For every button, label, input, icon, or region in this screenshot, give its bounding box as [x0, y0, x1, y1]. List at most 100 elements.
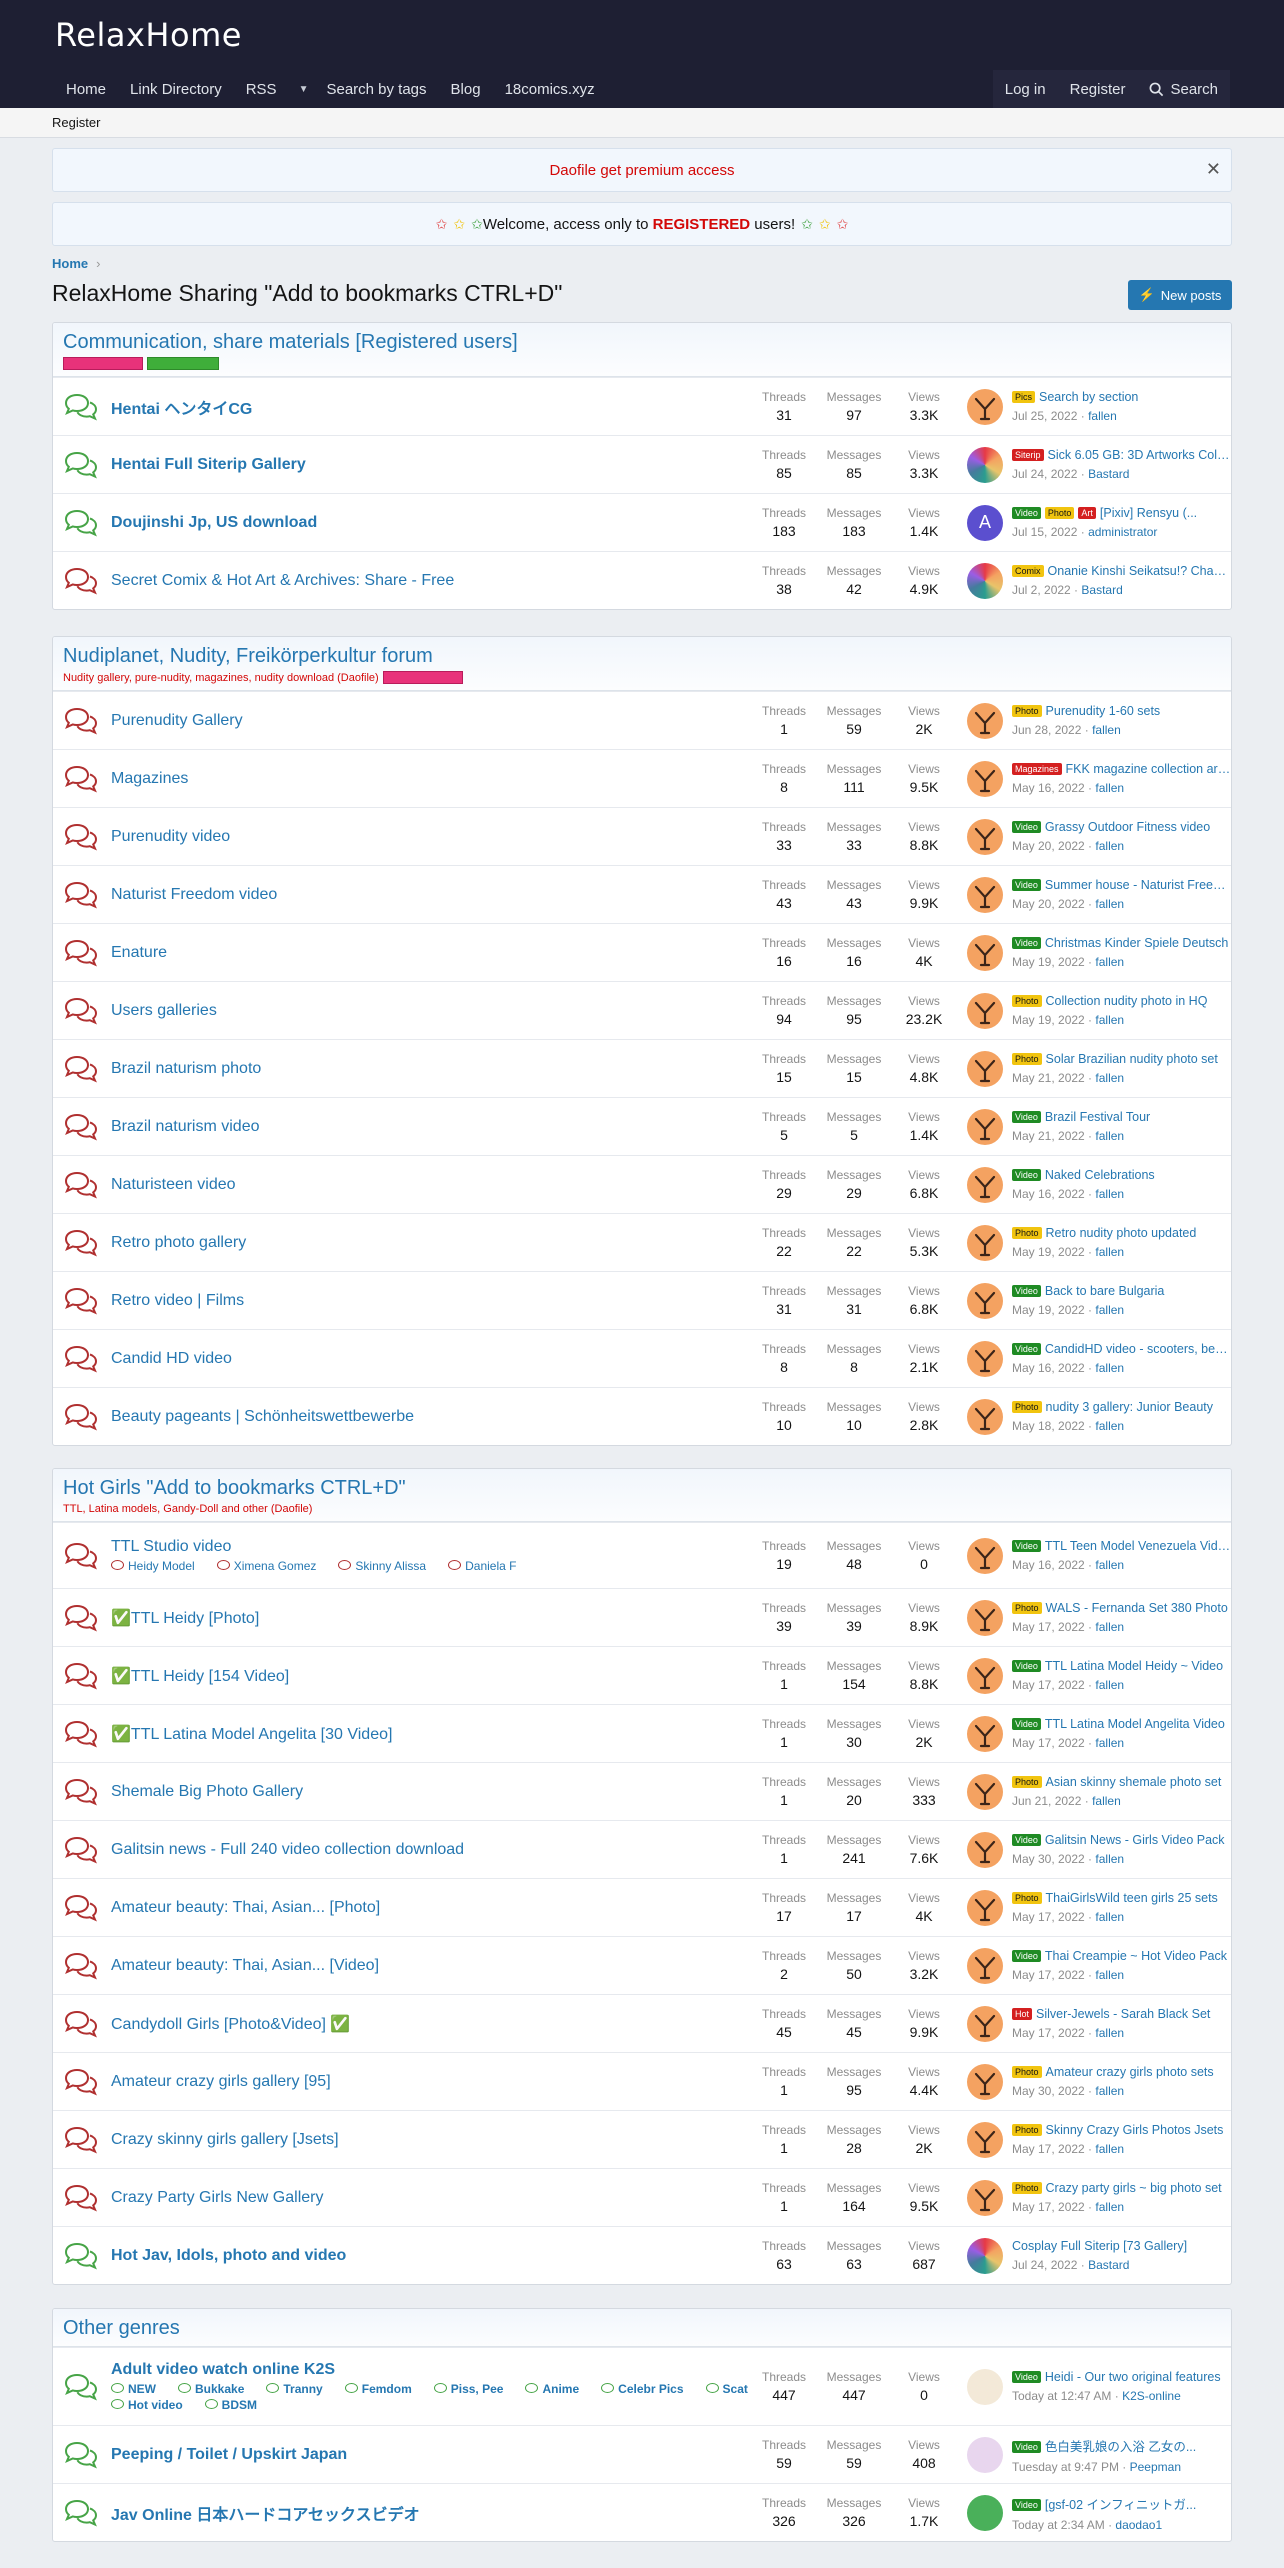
- last-post-user[interactable]: fallen: [1095, 1361, 1124, 1375]
- last-post-date[interactable]: Today at 12:47 AM: [1012, 2389, 1111, 2403]
- category-title[interactable]: Other genres: [63, 2317, 1221, 2340]
- last-post-user[interactable]: fallen: [1092, 1794, 1121, 1808]
- last-post-title-text[interactable]: Onanie Kinshi Seikatsu!? Chapter 1-5: [1048, 564, 1231, 578]
- forum-row[interactable]: Shemale Big Photo Gallery Threads 1 Message…: [53, 1762, 1231, 1820]
- last-post-user[interactable]: fallen: [1095, 1558, 1124, 1572]
- last-post-title-text[interactable]: Search by section: [1039, 390, 1138, 404]
- thread-prefix-badge[interactable]: Video: [1012, 2440, 1041, 2453]
- last-post-title-text[interactable]: FKK magazine collection archive: [1066, 762, 1231, 776]
- last-post-user[interactable]: fallen: [1095, 955, 1124, 969]
- avatar[interactable]: [967, 1340, 1003, 1377]
- last-post-date[interactable]: Jul 24, 2022: [1012, 2258, 1077, 2272]
- last-post-date[interactable]: May 17, 2022: [1012, 1736, 1085, 1750]
- last-post-title-text[interactable]: Purenudity 1-60 sets: [1046, 704, 1161, 718]
- thread-prefix-badge[interactable]: Video: [1012, 1343, 1041, 1355]
- last-post-date[interactable]: May 17, 2022: [1012, 1968, 1085, 1982]
- last-post-date[interactable]: Tuesday at 9:47 PM: [1012, 2460, 1119, 2474]
- last-post-user[interactable]: fallen: [1095, 1129, 1124, 1143]
- last-post-title[interactable]: Photo Purenudity 1-60 sets: [1012, 704, 1231, 718]
- last-post-user[interactable]: fallen: [1095, 1419, 1124, 1433]
- thread-prefix-badge[interactable]: Video: [1012, 1718, 1041, 1730]
- last-post-title[interactable]: Video [gsf-02 インフィニットガ...: [1012, 2494, 1231, 2513]
- last-post-title[interactable]: Video TTL Latina Model Heidy ~ Video: [1012, 1659, 1231, 1673]
- last-post-user[interactable]: fallen: [1095, 2084, 1124, 2098]
- avatar[interactable]: [967, 1282, 1003, 1319]
- last-post-user[interactable]: Bastard: [1081, 583, 1122, 597]
- last-post-date[interactable]: May 30, 2022: [1012, 2084, 1085, 2098]
- forum-row[interactable]: ✅TTL Latina Model Angelita [30 Video] Thr…: [53, 1704, 1231, 1762]
- new-posts-button[interactable]: ⚡ New posts: [1128, 280, 1232, 310]
- last-post-title-text[interactable]: Galitsin News - Girls Video Pack: [1045, 1833, 1225, 1847]
- last-post-title-text[interactable]: Summer house - Naturist Freedom: [1045, 878, 1231, 892]
- subforum-link[interactable]: Tranny: [266, 2382, 322, 2396]
- subforum-link[interactable]: Anime: [525, 2382, 579, 2396]
- last-post-date[interactable]: May 17, 2022: [1012, 2200, 1085, 2214]
- last-post-user[interactable]: fallen: [1095, 781, 1124, 795]
- subforum-link[interactable]: Heidy Model: [111, 1559, 195, 1573]
- last-post-user[interactable]: fallen: [1095, 1736, 1124, 1750]
- forum-title[interactable]: Hentai ヘンタイCG: [111, 395, 749, 419]
- last-post-title-text[interactable]: [Pixiv] Rensyu (...: [1100, 506, 1197, 520]
- last-post-title[interactable]: Siterip Sick 6.05 GB: 3D Artworks Collect…: [1012, 448, 1231, 462]
- forum-row[interactable]: Jav Online 日本ハードコアセックスビデオ Threads 326 Messa…: [53, 2483, 1231, 2541]
- last-post-title-text[interactable]: Asian skinny shemale photo set: [1046, 1775, 1222, 1789]
- thread-prefix-badge[interactable]: Photo: [1012, 2182, 1042, 2194]
- last-post-title[interactable]: Video Brazil Festival Tour: [1012, 1110, 1231, 1124]
- forum-title[interactable]: Brazil naturism video: [111, 1118, 749, 1136]
- ranking-badge-icon[interactable]: [63, 357, 143, 370]
- forum-title[interactable]: Users galleries: [111, 1002, 749, 1020]
- last-post-title[interactable]: Video 色白美乳娘の入浴 乙女の...: [1012, 2436, 1231, 2455]
- thread-prefix-badge[interactable]: Video: [1012, 879, 1041, 891]
- forum-row[interactable]: Naturist Freedom video Threads 43 Messages 4…: [53, 865, 1231, 923]
- site-logo[interactable]: RelaxHome: [55, 16, 242, 54]
- forum-title[interactable]: Amateur crazy girls gallery [95]: [111, 2073, 749, 2091]
- last-post-user[interactable]: fallen: [1095, 897, 1124, 911]
- forum-row[interactable]: Magazines Threads 8 Messages 111 Views 9.5K Mag…: [53, 749, 1231, 807]
- avatar[interactable]: [967, 2368, 1003, 2405]
- subforum-link[interactable]: BDSM: [205, 2398, 257, 2412]
- forum-title[interactable]: Retro photo gallery: [111, 1234, 749, 1252]
- forum-title[interactable]: Retro video | Films: [111, 1292, 749, 1310]
- close-icon[interactable]: ✕: [1206, 159, 1221, 180]
- avatar[interactable]: [967, 1831, 1003, 1868]
- forum-row[interactable]: Hentai ヘンタイCG Threads 31 Messages 97 Views 3.3…: [53, 377, 1231, 435]
- subforum-link[interactable]: Hot video: [111, 2398, 183, 2412]
- subforum-link[interactable]: Scat: [706, 2382, 748, 2396]
- avatar[interactable]: [967, 1599, 1003, 1636]
- subnav-register-link[interactable]: Register: [52, 115, 100, 130]
- last-post-title-text[interactable]: ThaiGirlsWild teen girls 25 sets: [1046, 1891, 1218, 1905]
- forum-row[interactable]: Secret Comix & Hot Art & Archives: Share…: [53, 551, 1231, 609]
- avatar[interactable]: [967, 1224, 1003, 1261]
- subforum-link[interactable]: Daniela F: [448, 1559, 516, 1573]
- thread-prefix-badge[interactable]: Video: [1012, 2498, 1041, 2511]
- last-post-title[interactable]: Video Photo Art [Pixiv] Rensyu (...: [1012, 506, 1231, 520]
- thread-prefix-badge[interactable]: Photo: [1012, 2124, 1042, 2136]
- last-post-date[interactable]: Jul 25, 2022: [1012, 409, 1077, 423]
- forum-title[interactable]: Hentai Full Siterip Gallery: [111, 456, 749, 474]
- forum-title[interactable]: Amateur beauty: Thai, Asian... [Photo]: [111, 1899, 749, 1917]
- nav-home[interactable]: Home: [54, 70, 118, 108]
- last-post-title-text[interactable]: Amateur crazy girls photo sets: [1046, 2065, 1214, 2079]
- last-post-title-text[interactable]: Cosplay Full Siterip [73 Gallery]: [1012, 2239, 1187, 2253]
- last-post-title[interactable]: Photo ThaiGirlsWild teen girls 25 sets: [1012, 1891, 1231, 1905]
- forum-title[interactable]: Candydoll Girls [Photo&Video] ✅: [111, 2014, 749, 2034]
- last-post-title[interactable]: Video TTL Teen Model Venezuela Video: [1012, 1539, 1231, 1553]
- last-post-user[interactable]: fallen: [1095, 1620, 1124, 1634]
- premium-notice-text[interactable]: Daofile get premium access: [549, 162, 734, 179]
- forum-title[interactable]: Magazines: [111, 770, 749, 788]
- last-post-title[interactable]: Photo Solar Brazilian nudity photo set: [1012, 1052, 1231, 1066]
- thread-prefix-badge[interactable]: Video: [1012, 1950, 1041, 1962]
- last-post-title[interactable]: Photo Retro nudity photo updated: [1012, 1226, 1231, 1240]
- last-post-title-text[interactable]: CandidHD video - scooters, beach: [1045, 1342, 1231, 1356]
- avatar[interactable]: [967, 2179, 1003, 2216]
- breadcrumb-home[interactable]: Home: [52, 256, 88, 271]
- avatar[interactable]: [967, 2436, 1003, 2473]
- forum-title[interactable]: Naturist Freedom video: [111, 886, 749, 904]
- login-link[interactable]: Log in: [993, 70, 1058, 108]
- last-post-title[interactable]: Video Back to bare Bulgaria: [1012, 1284, 1231, 1298]
- last-post-title-text[interactable]: WALS - Fernanda Set 380 Photo: [1046, 1601, 1228, 1615]
- forum-row[interactable]: Doujinshi Jp, US download Threads 183 Messa…: [53, 493, 1231, 551]
- forum-row[interactable]: Naturisteen video Threads 29 Messages 29 View…: [53, 1155, 1231, 1213]
- forum-row[interactable]: Candid HD video Threads 8 Messages 8 Views 2.1…: [53, 1329, 1231, 1387]
- last-post-user[interactable]: fallen: [1092, 723, 1121, 737]
